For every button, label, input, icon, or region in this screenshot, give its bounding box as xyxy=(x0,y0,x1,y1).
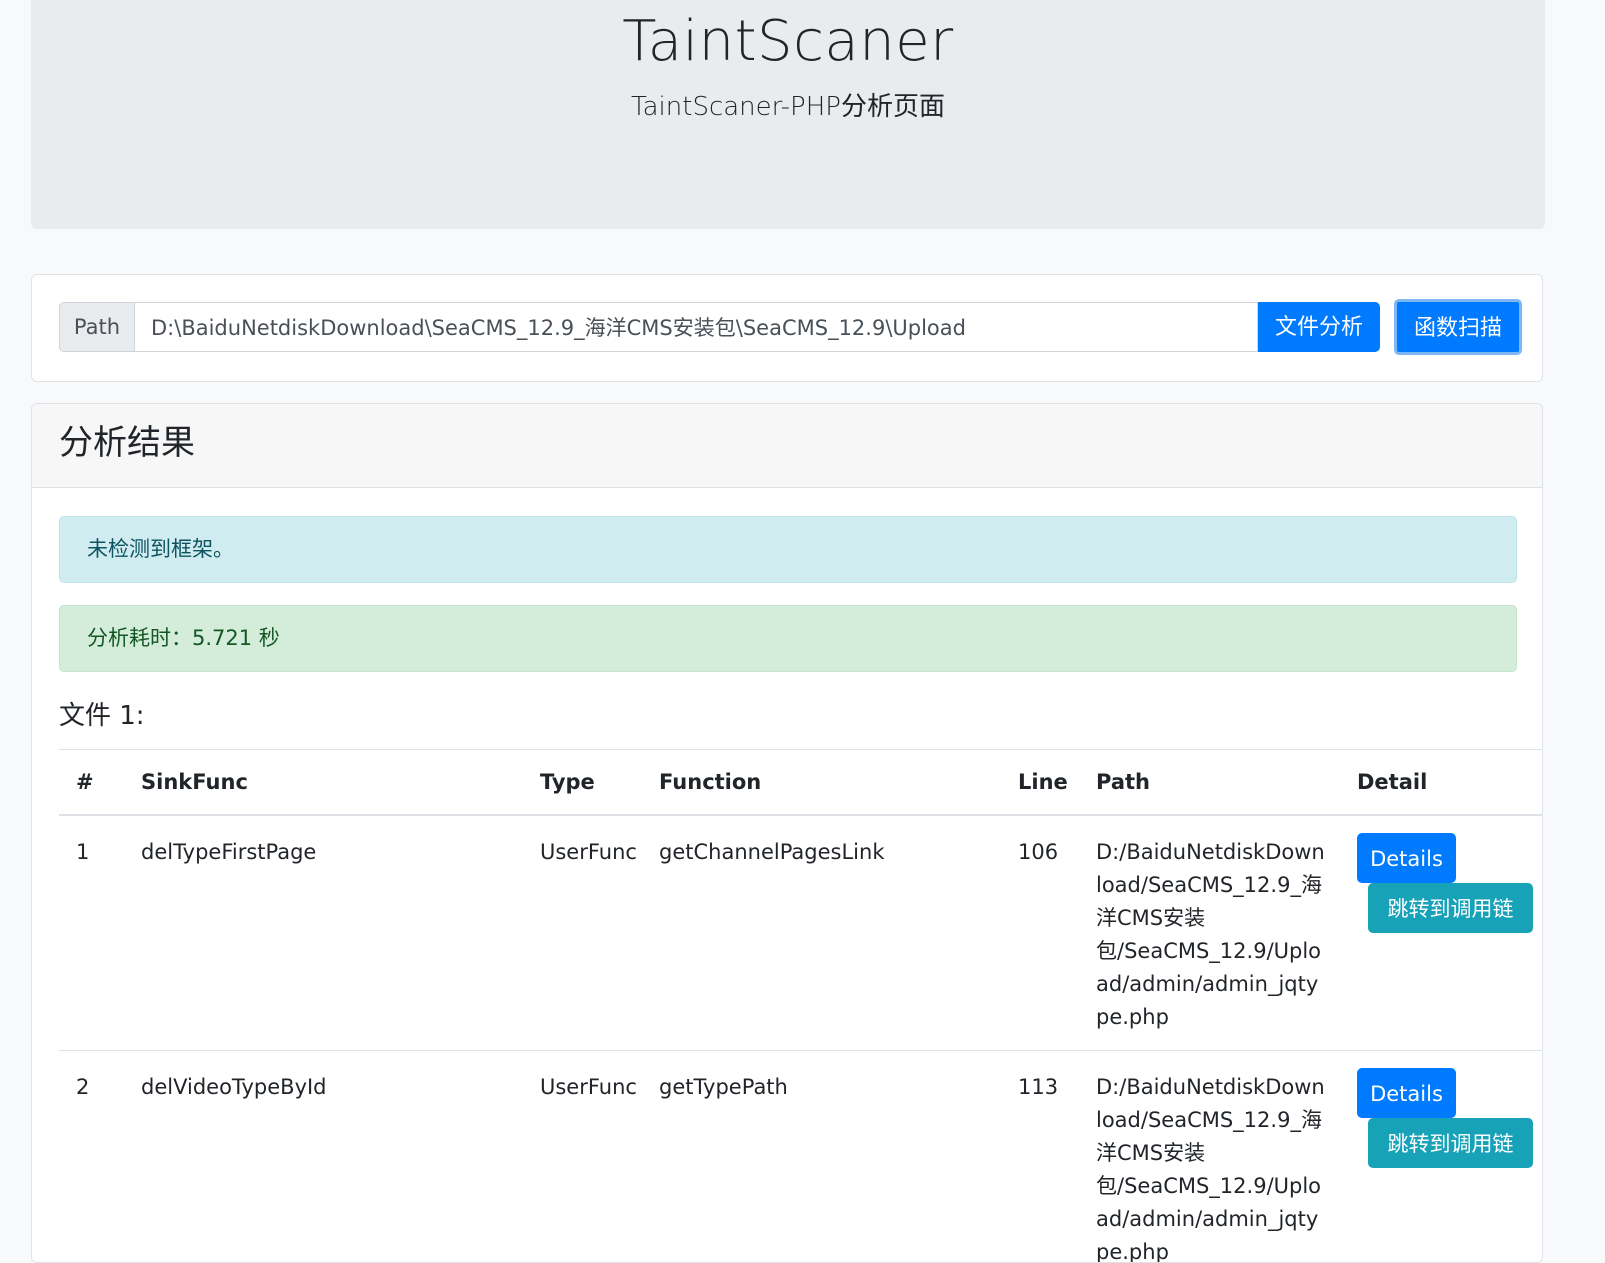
path-form-card: Path 文件分析 函数扫描 xyxy=(31,274,1543,382)
jump-to-call-chain-button[interactable]: 跳转到调用链 xyxy=(1368,883,1533,933)
framework-alert: 未检测到框架。 xyxy=(59,516,1517,583)
row-line: 113 xyxy=(1001,1051,1079,1263)
table-row: 1 delTypeFirstPage UserFunc getChannelPa… xyxy=(59,815,1543,1051)
path-input-group: Path 文件分析 xyxy=(59,302,1380,352)
table-header-row: # SinkFunc Type Function Line Path Detai… xyxy=(59,750,1543,816)
results-table-wrap: # SinkFunc Type Function Line Path Detai… xyxy=(59,749,1543,1263)
row-index: 1 xyxy=(59,815,124,1051)
row-detail-cell: Details 跳转到调用链 xyxy=(1340,1051,1543,1263)
page-subtitle: TaintScaner-PHP分析页面 xyxy=(31,90,1545,124)
column-header-detail: Detail xyxy=(1340,750,1543,816)
path-prepend-label: Path xyxy=(59,302,135,352)
header-jumbotron: TaintScaner TaintScaner-PHP分析页面 xyxy=(31,0,1545,229)
results-header: 分析结果 xyxy=(32,404,1542,488)
page-title: TaintScaner xyxy=(31,0,1545,76)
row-function: getTypePath xyxy=(642,1051,1001,1263)
jump-to-call-chain-button[interactable]: 跳转到调用链 xyxy=(1368,1118,1533,1168)
column-header-path: Path xyxy=(1079,750,1340,816)
table-row: 2 delVideoTypeById UserFunc getTypePath … xyxy=(59,1051,1543,1263)
column-header-sinkfunc: SinkFunc xyxy=(124,750,523,816)
results-card: 分析结果 未检测到框架。 分析耗时：5.721 秒 文件 1: # SinkFu… xyxy=(31,403,1543,1263)
results-heading: 分析结果 xyxy=(59,404,1542,482)
row-sinkfunc: delTypeFirstPage xyxy=(124,815,523,1051)
path-input[interactable] xyxy=(135,302,1258,352)
row-sinkfunc: delVideoTypeById xyxy=(124,1051,523,1263)
row-path: D:/BaiduNetdiskDownload/SeaCMS_12.9_海洋CM… xyxy=(1079,815,1340,1051)
results-table: # SinkFunc Type Function Line Path Detai… xyxy=(59,749,1543,1263)
row-type: UserFunc xyxy=(523,1051,642,1263)
row-path: D:/BaiduNetdiskDownload/SeaCMS_12.9_海洋CM… xyxy=(1079,1051,1340,1263)
function-scan-button[interactable]: 函数扫描 xyxy=(1394,299,1522,355)
row-detail-cell: Details 跳转到调用链 xyxy=(1340,815,1543,1051)
column-header-type: Type xyxy=(523,750,642,816)
details-button[interactable]: Details xyxy=(1357,1068,1456,1118)
row-type: UserFunc xyxy=(523,815,642,1051)
column-header-index: # xyxy=(59,750,124,816)
row-function: getChannelPagesLink xyxy=(642,815,1001,1051)
time-alert: 分析耗时：5.721 秒 xyxy=(59,605,1517,672)
details-button[interactable]: Details xyxy=(1357,833,1456,883)
file-analyze-button[interactable]: 文件分析 xyxy=(1258,302,1380,352)
row-line: 106 xyxy=(1001,815,1079,1051)
column-header-line: Line xyxy=(1001,750,1079,816)
row-index: 2 xyxy=(59,1051,124,1263)
column-header-function: Function xyxy=(642,750,1001,816)
file-title: 文件 1: xyxy=(59,696,145,736)
